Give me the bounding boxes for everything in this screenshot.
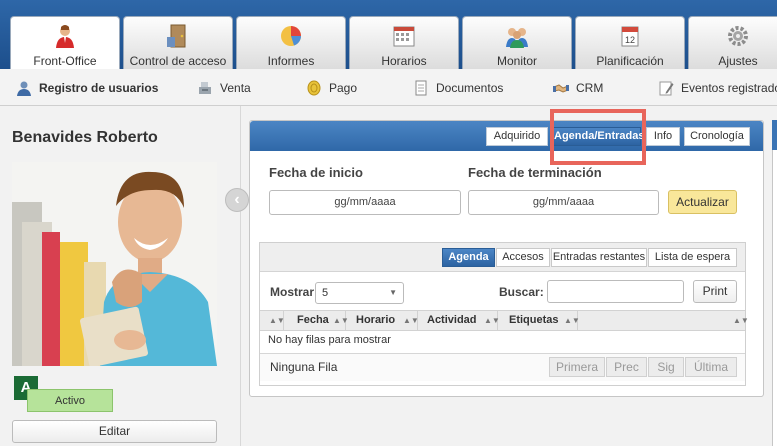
- column-sort-all[interactable]: ▲▼: [260, 311, 285, 330]
- gear-icon: [728, 26, 748, 46]
- row-count-label: Ninguna Fila: [270, 360, 338, 374]
- profile-panel: Benavides Roberto A Activo Editar: [0, 106, 241, 446]
- end-date-input[interactable]: gg/mm/aaaa: [468, 190, 659, 215]
- page-size-select[interactable]: 5 ▼: [315, 282, 404, 304]
- tab-entradas-restantes[interactable]: Entradas restantes: [551, 248, 647, 267]
- subnav-label: Venta: [220, 81, 251, 95]
- subnav-eventos-registrados[interactable]: Eventos registrados: [658, 79, 777, 97]
- edit-button[interactable]: Editar: [12, 420, 217, 443]
- column-header-horario[interactable]: Horario ▲▼: [346, 311, 419, 330]
- tab-adquirido[interactable]: Adquirido: [486, 127, 548, 146]
- column-label: Actividad: [427, 314, 477, 326]
- collapse-panel-button[interactable]: ‹: [225, 188, 249, 212]
- table-header: ▲▼ Fecha ▲▼ Horario ▲▼ Actividad ▲▼ Etiquet…: [260, 310, 749, 331]
- start-date-input[interactable]: gg/mm/aaaa: [269, 190, 461, 215]
- column-label: Horario: [356, 314, 396, 326]
- pencil-icon: [659, 81, 674, 96]
- subnav-venta[interactable]: Venta: [197, 79, 251, 97]
- empty-table-message: No hay filas para mostrar: [268, 334, 391, 346]
- search-label: Buscar:: [499, 285, 544, 299]
- end-date-label: Fecha de terminación: [468, 165, 602, 180]
- cash-register-icon: [199, 82, 211, 94]
- tab-label: Planificación: [596, 54, 664, 68]
- tab-cronologia[interactable]: Cronología: [684, 127, 750, 146]
- subnav-pago[interactable]: Pago: [306, 79, 357, 97]
- group-icon: [506, 28, 528, 48]
- page-size-value: 5: [322, 287, 329, 299]
- tab-label: Front-Office: [33, 54, 97, 68]
- person-photo-image: [12, 162, 217, 366]
- profile-photo: [12, 162, 217, 366]
- tab-info[interactable]: Info: [646, 127, 680, 146]
- tab-label: Monitor: [496, 54, 537, 68]
- subnav-label: Documentos: [436, 81, 504, 95]
- subnav-crm[interactable]: CRM: [553, 79, 603, 97]
- tab-front-office[interactable]: Front-Office: [10, 16, 120, 70]
- column-header-actividad[interactable]: Actividad ▲▼: [418, 311, 500, 330]
- column-header-extra[interactable]: ▲▼: [578, 311, 749, 330]
- profile-name: Benavides Roberto: [12, 129, 158, 146]
- tab-label: Ajustes: [718, 54, 758, 68]
- subnav-label: Registro de usuarios: [39, 81, 159, 95]
- tab-monitor[interactable]: Monitor: [462, 16, 572, 69]
- tab-control-de-acceso[interactable]: Control de acceso: [123, 16, 233, 69]
- sort-icon: ▲▼: [403, 316, 419, 325]
- right-panel-header-edge: [772, 120, 777, 150]
- column-header-etiquetas[interactable]: Etiquetas ▲▼: [498, 311, 580, 330]
- print-button[interactable]: Print: [693, 280, 737, 303]
- search-input[interactable]: [547, 280, 684, 303]
- coin-icon: [307, 80, 321, 96]
- tab-label: Horarios: [381, 54, 427, 68]
- tab-informes[interactable]: Informes: [236, 16, 346, 69]
- document-icon: [415, 80, 427, 96]
- subnav-label: CRM: [576, 81, 604, 95]
- top-navigation-bar: Front-Office Control de acceso Informes …: [0, 0, 777, 70]
- user-icon: [17, 81, 31, 96]
- last-page-button[interactable]: Última: [685, 357, 737, 377]
- column-label: Etiquetas: [509, 314, 559, 326]
- user-red-icon: [56, 25, 74, 48]
- chevron-down-icon: ▼: [389, 288, 397, 297]
- next-page-button[interactable]: Sig: [648, 357, 684, 377]
- update-button[interactable]: Actualizar: [668, 190, 737, 214]
- tab-planificacion[interactable]: 12 Planificación: [575, 16, 685, 69]
- svg-text:12: 12: [625, 35, 635, 45]
- tab-ajustes[interactable]: Ajustes: [688, 16, 777, 69]
- chevron-left-icon: ‹: [234, 191, 240, 208]
- sort-icon: ▲▼: [733, 316, 749, 325]
- calendar-icon: 12: [621, 26, 639, 47]
- sort-icon: ▲▼: [269, 316, 285, 325]
- subnav-registro-de-usuarios[interactable]: Registro de usuarios: [16, 79, 158, 97]
- first-page-button[interactable]: Primera: [549, 357, 605, 377]
- tab-accesos[interactable]: Accesos: [496, 248, 550, 267]
- tab-label: Informes: [267, 54, 315, 68]
- tab-label: Control de acceso: [129, 54, 227, 68]
- previous-page-button[interactable]: Prec: [606, 357, 647, 377]
- subnav-label: Pago: [329, 81, 358, 95]
- right-panel-edge: [772, 120, 777, 446]
- start-date-label: Fecha de inicio: [269, 165, 363, 180]
- status-badge: Activo: [27, 389, 113, 412]
- column-header-fecha[interactable]: Fecha ▲▼: [284, 311, 349, 330]
- panel-header: Adquirido Agenda/Entradas Info Cronologí…: [250, 121, 763, 151]
- pie-chart-icon: [281, 26, 301, 46]
- show-label: Mostrar: [270, 285, 315, 299]
- inner-tab-bar: Agenda Accesos Entradas restantes Lista …: [260, 243, 745, 272]
- handshake-icon: [553, 84, 569, 93]
- column-label: Fecha: [297, 314, 329, 326]
- calendar-grid-icon: [393, 26, 415, 47]
- tab-lista-de-espera[interactable]: Lista de espera: [648, 248, 737, 267]
- subnav-label: Eventos registrados: [681, 81, 777, 95]
- door-icon: [167, 24, 186, 48]
- sub-navigation-bar: Registro de usuarios Venta Pago Document…: [0, 69, 777, 106]
- highlight-box: [550, 109, 646, 165]
- subnav-documentos[interactable]: Documentos: [413, 79, 503, 97]
- tab-horarios[interactable]: Horarios: [349, 16, 459, 69]
- tab-agenda[interactable]: Agenda: [442, 248, 495, 267]
